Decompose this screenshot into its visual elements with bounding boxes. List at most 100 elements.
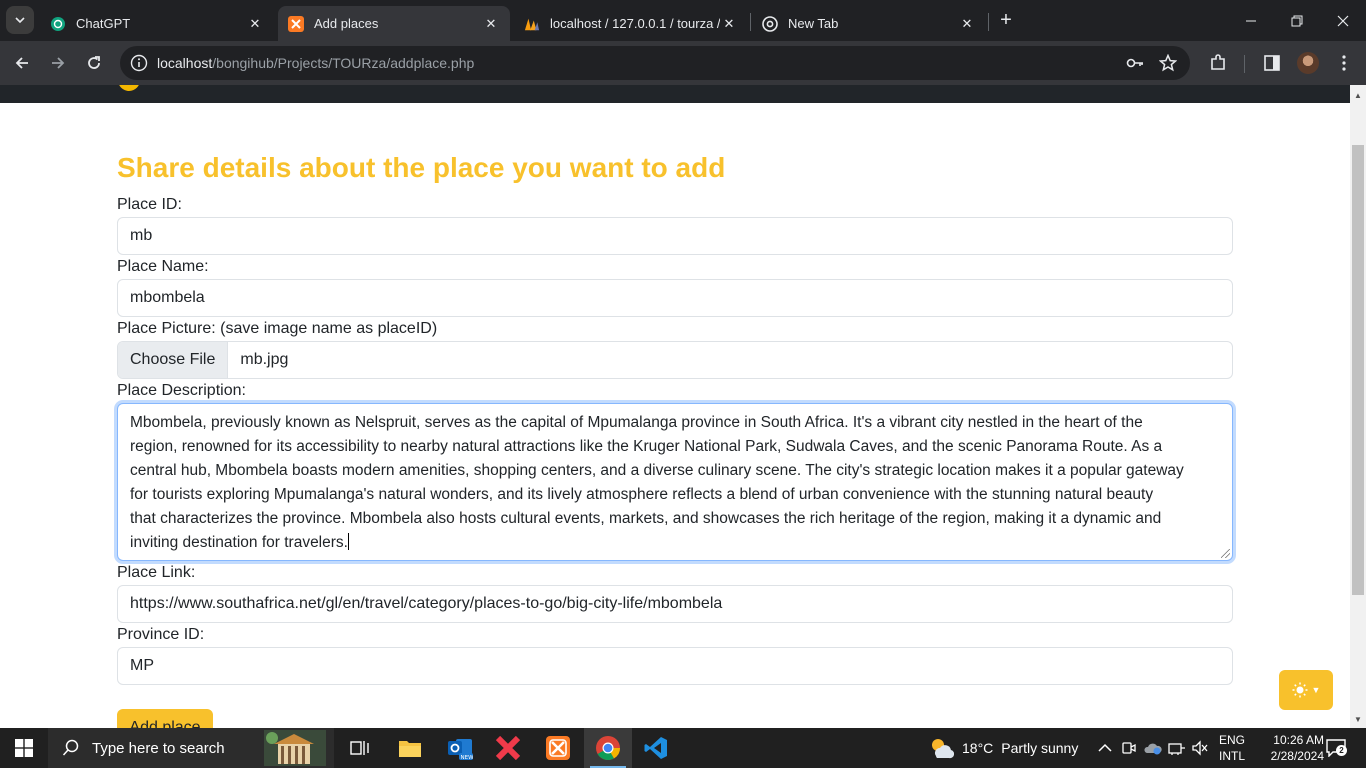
page-title: Share details about the place you want t… bbox=[117, 152, 726, 183]
bookmark-star-icon[interactable] bbox=[1158, 53, 1178, 73]
tab-title: ChatGPT bbox=[76, 16, 131, 31]
reload-button[interactable] bbox=[80, 49, 108, 77]
key-icon[interactable] bbox=[1125, 53, 1145, 73]
arrow-right-icon bbox=[52, 57, 65, 69]
tab-new-tab[interactable]: New Tab ✕ bbox=[752, 6, 986, 41]
close-icon bbox=[1337, 15, 1349, 26]
outlook-button[interactable]: NEW bbox=[436, 728, 484, 768]
weather-description: Partly sunny bbox=[1001, 740, 1079, 756]
toolbar-separator bbox=[1244, 55, 1245, 73]
show-hidden-icons-icon[interactable] bbox=[1095, 738, 1115, 758]
scroll-up-arrow-icon[interactable]: ▲ bbox=[1350, 88, 1366, 102]
file-explorer-button[interactable] bbox=[386, 728, 434, 768]
address-bar[interactable]: localhost/bongihub/Projects/TOURza/addpl… bbox=[120, 46, 1190, 80]
start-button[interactable] bbox=[0, 728, 48, 768]
description-line: central hub, Mbombela boasts modern amen… bbox=[130, 462, 1184, 479]
minimize-button[interactable] bbox=[1228, 0, 1274, 41]
resize-handle[interactable] bbox=[1221, 549, 1230, 558]
minimize-icon bbox=[1246, 20, 1256, 21]
chrome-icon bbox=[762, 15, 778, 32]
forward-button[interactable] bbox=[44, 49, 72, 77]
chevron-down-icon bbox=[15, 17, 25, 24]
outlook-icon: NEW bbox=[448, 739, 474, 760]
place-id-input[interactable]: mb bbox=[117, 217, 1233, 255]
site-logo[interactable] bbox=[118, 85, 140, 91]
input-language-indicator[interactable]: ENG INTL bbox=[1219, 732, 1245, 764]
place-link-input[interactable]: https://www.southafrica.net/gl/en/travel… bbox=[117, 585, 1233, 623]
scroll-down-arrow-icon[interactable]: ▼ bbox=[1350, 712, 1366, 726]
weather-temperature: 18°C bbox=[962, 740, 994, 756]
browser-toolbar: localhost/bongihub/Projects/TOURza/addpl… bbox=[0, 41, 1366, 85]
close-window-button[interactable] bbox=[1320, 0, 1366, 41]
description-line: Mbombela, previously known as Nelspruit,… bbox=[130, 414, 1143, 431]
search-icon bbox=[62, 739, 79, 756]
side-panel-icon[interactable] bbox=[1262, 53, 1282, 73]
tab-add-places[interactable]: Add places ✕ bbox=[278, 6, 510, 41]
close-icon[interactable]: ✕ bbox=[720, 15, 738, 33]
vscode-icon bbox=[644, 737, 667, 759]
tab-title: New Tab bbox=[788, 16, 839, 31]
url-text: localhost/bongihub/Projects/TOURza/addpl… bbox=[157, 55, 474, 71]
taskbar-search-box[interactable]: Type here to search bbox=[48, 728, 334, 768]
place-picture-file-input[interactable]: Choose File mb.jpg bbox=[117, 341, 1233, 379]
onedrive-icon[interactable] bbox=[1143, 738, 1163, 758]
notification-count-badge: 2 bbox=[1336, 745, 1347, 756]
browser-tab-strip: ChatGPT ✕ Add places ✕ localhost / 127.0… bbox=[0, 0, 1366, 41]
arrow-left-icon bbox=[15, 57, 28, 69]
search-highlight-illustration bbox=[264, 730, 326, 766]
info-icon[interactable] bbox=[130, 54, 148, 77]
tab-separator bbox=[750, 13, 751, 31]
close-icon[interactable]: ✕ bbox=[958, 15, 976, 33]
tab-search-button[interactable] bbox=[6, 6, 34, 34]
place-name-input[interactable]: mbombela bbox=[117, 279, 1233, 317]
url-host: localhost bbox=[157, 55, 213, 71]
tab-separator bbox=[988, 13, 989, 31]
tab-chatgpt[interactable]: ChatGPT ✕ bbox=[40, 6, 274, 41]
network-icon[interactable] bbox=[1167, 738, 1187, 758]
description-line: for tourists exploring Mpumalanga's natu… bbox=[130, 486, 1154, 503]
language-code: ENG bbox=[1219, 733, 1246, 747]
clock-time: 10:26 AM bbox=[1273, 733, 1324, 747]
add-place-button[interactable]: Add place bbox=[117, 709, 213, 728]
xampp-button[interactable] bbox=[534, 728, 582, 768]
sun-icon bbox=[1292, 682, 1308, 698]
xampp-icon bbox=[288, 15, 304, 32]
restore-button[interactable] bbox=[1274, 0, 1320, 41]
close-icon[interactable]: ✕ bbox=[482, 15, 500, 33]
task-view-button[interactable] bbox=[336, 728, 384, 768]
place-description-textarea[interactable]: Mbombela, previously known as Nelspruit,… bbox=[117, 403, 1233, 561]
tab-title: localhost / 127.0.0.1 / tourza / u bbox=[550, 16, 720, 31]
back-button[interactable] bbox=[8, 49, 36, 77]
notification-center-button[interactable]: 2 bbox=[1325, 738, 1347, 758]
weather-widget[interactable]: 18°C Partly sunny bbox=[928, 728, 1078, 768]
province-id-input[interactable]: MP bbox=[117, 647, 1233, 685]
scrollbar-thumb[interactable] bbox=[1352, 145, 1364, 595]
tab-phpmyadmin[interactable]: localhost / 127.0.0.1 / tourza / u ✕ bbox=[514, 6, 748, 41]
profile-avatar[interactable] bbox=[1297, 52, 1319, 74]
choose-file-button[interactable]: Choose File bbox=[118, 342, 229, 378]
chrome-taskbar-button[interactable] bbox=[584, 728, 632, 768]
extensions-icon[interactable] bbox=[1208, 53, 1228, 73]
chatgpt-icon bbox=[50, 16, 66, 32]
taskbar-clock[interactable]: 10:26 AM 2/28/2024 bbox=[1254, 732, 1324, 764]
caret-down-icon: ▼ bbox=[1311, 685, 1321, 695]
keyboard-layout: INTL bbox=[1219, 749, 1246, 763]
windows-logo-icon bbox=[15, 739, 33, 757]
meet-now-icon[interactable] bbox=[1119, 738, 1139, 758]
theme-toggle-button[interactable]: ▼ bbox=[1279, 670, 1333, 710]
vscode-button[interactable] bbox=[632, 728, 680, 768]
description-line: that characterizes the province. Mbombel… bbox=[130, 510, 1162, 527]
close-icon[interactable]: ✕ bbox=[246, 15, 264, 33]
app-button-red-x[interactable] bbox=[484, 728, 532, 768]
volume-muted-icon[interactable] bbox=[1190, 738, 1210, 758]
tab-title: Add places bbox=[314, 16, 379, 31]
new-tab-button[interactable]: + bbox=[994, 8, 1018, 32]
svg-text:NEW: NEW bbox=[461, 755, 474, 760]
search-placeholder: Type here to search bbox=[92, 739, 225, 757]
province-id-label: Province ID: bbox=[117, 626, 205, 643]
description-line: region, renowned for its accessibility t… bbox=[130, 438, 1163, 455]
chosen-file-name: mb.jpg bbox=[240, 351, 289, 368]
place-picture-label: Place Picture: (save image name as place… bbox=[117, 320, 438, 337]
more-menu-icon[interactable] bbox=[1334, 53, 1354, 73]
folder-icon bbox=[399, 741, 421, 757]
